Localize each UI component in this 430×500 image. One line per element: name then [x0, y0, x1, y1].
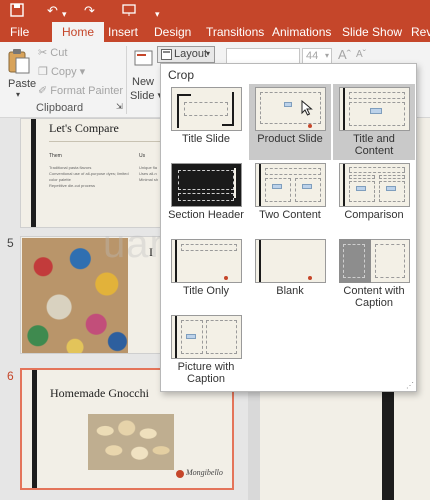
save-icon[interactable]: [10, 3, 24, 21]
layout-two-content[interactable]: Two Content: [249, 160, 331, 236]
layout-label: Blank: [276, 285, 304, 297]
layout-label: Picture with Caption: [177, 361, 235, 385]
layout-thumbnail: [171, 239, 242, 283]
layout-icon: [161, 49, 172, 63]
format-painter-button[interactable]: ✐ Format Painter: [38, 84, 123, 97]
paste-button[interactable]: Paste ▾: [4, 46, 37, 99]
slide-title: Homemade Gnocchi: [50, 386, 149, 400]
layout-label: Section Header: [168, 209, 244, 221]
font-size-box[interactable]: 44 ▾: [302, 48, 332, 64]
layout-label: Content with Caption: [343, 285, 405, 309]
layout-title-only[interactable]: Title Only: [165, 236, 247, 312]
layout-picture-with-caption[interactable]: Picture with Caption: [165, 312, 247, 388]
list-item: Repetitive die-cut process: [49, 183, 96, 188]
layout-thumbnail: [171, 87, 242, 131]
layout-thumbnail: [339, 239, 410, 283]
layout-content-with-caption[interactable]: Content with Caption: [333, 236, 415, 312]
layout-thumbnail: [339, 87, 410, 131]
tab-file[interactable]: File: [10, 22, 29, 42]
font-name-box[interactable]: [226, 48, 300, 64]
layout-product-slide[interactable]: Product Slide: [249, 84, 331, 160]
tab-home[interactable]: Home: [52, 22, 105, 42]
paste-icon: [7, 48, 31, 77]
slide-accent-bar: [31, 119, 36, 227]
ribbon-tabs: File Home Insert Design Transitions Anim…: [0, 22, 430, 42]
format-painter-label: Format Painter: [50, 85, 124, 97]
layout-label: Title Slide: [182, 133, 230, 145]
layout-label: Two Content: [259, 209, 321, 221]
layout-button[interactable]: Layout ▾: [157, 46, 215, 63]
cut-label: Cut: [50, 47, 68, 59]
layout-comparison[interactable]: Comparison: [333, 160, 415, 236]
paste-label: Paste: [8, 78, 37, 90]
new-label: New: [132, 76, 155, 88]
pasta-photo: [22, 238, 128, 353]
list-item: Conventional use of all-purpose dyes; li…: [49, 171, 129, 182]
layout-thumbnail: [339, 163, 410, 207]
customize-toolbar-icon[interactable]: ▾: [155, 6, 160, 22]
layout-title-slide[interactable]: Title Slide: [165, 84, 247, 160]
title-bar: ↶ ▾ ↷ ▾: [0, 0, 430, 22]
tab-slide-show[interactable]: Slide Show: [342, 22, 402, 42]
new-slide-icon: [134, 48, 154, 71]
font-size-value: 44: [306, 50, 319, 62]
clipboard-group-label: Clipboard: [36, 102, 84, 114]
layout-title-and-content[interactable]: Title and Content: [333, 84, 415, 160]
layout-blank[interactable]: Blank: [249, 236, 331, 312]
layout-thumbnail: [255, 239, 326, 283]
layout-thumbnail: [171, 315, 242, 359]
paste-dropdown-icon[interactable]: ▾: [16, 90, 20, 99]
font-size-dropdown-icon: ▾: [325, 51, 330, 60]
copy-icon: ❐: [38, 66, 48, 78]
list-item: Minimal sh: [139, 177, 159, 182]
layout-thumbnail: [255, 163, 326, 207]
increase-font-icon[interactable]: Aˆ: [338, 47, 351, 62]
slide-accent-bar: [32, 370, 37, 488]
redo-icon[interactable]: ↷: [84, 3, 95, 19]
undo-icon[interactable]: ↶: [47, 3, 58, 19]
undo-dropdown-icon[interactable]: ▾: [62, 6, 67, 22]
tab-transitions[interactable]: Transitions: [206, 22, 264, 42]
paintbrush-icon: ✐: [38, 85, 48, 97]
tab-design[interactable]: Design: [154, 22, 191, 42]
layout-label: Product Slide: [257, 133, 323, 145]
present-icon[interactable]: [122, 3, 136, 21]
layout-dropdown[interactable]: Crop Title Slide Product Slide Title and…: [160, 63, 417, 392]
logo-text: Mongibello: [186, 468, 223, 477]
layout-label: Layout: [174, 48, 208, 60]
cut-button[interactable]: ✂ Cut: [38, 46, 67, 59]
tab-insert[interactable]: Insert: [108, 22, 138, 42]
layout-label: Comparison: [344, 209, 404, 221]
layout-label: Title Only: [182, 285, 230, 297]
layout-thumbnail: [255, 87, 326, 131]
clipboard-launcher-icon[interactable]: ⇲: [116, 102, 123, 111]
scissors-icon: ✂: [38, 47, 48, 59]
tab-animations[interactable]: Animations: [272, 22, 331, 42]
slide-title: I: [149, 245, 153, 259]
mouse-cursor-icon: [301, 99, 313, 119]
slide-title: Let's Compare: [49, 121, 119, 135]
canvas-accent-bar: [382, 392, 394, 500]
logo-icon: [176, 470, 184, 478]
decrease-font-icon[interactable]: Aˇ: [356, 49, 366, 60]
column-heading: Us: [139, 153, 146, 159]
layout-dropdown-icon: ▾: [206, 49, 211, 58]
resize-grip-icon[interactable]: ⋰: [406, 381, 414, 390]
copy-button[interactable]: ❐ Copy ▾: [38, 65, 85, 78]
column-heading: Them: [49, 153, 62, 159]
copy-label: Copy: [50, 66, 77, 78]
layout-section-header[interactable]: Section Header: [165, 160, 247, 236]
dropdown-header: Crop: [168, 68, 195, 82]
layout-thumbnail: [171, 163, 242, 207]
layout-label: Title and Content: [353, 133, 395, 157]
tab-review[interactable]: Revi: [411, 22, 430, 42]
new-slide-button[interactable]: New Slide ▾: [128, 46, 163, 102]
gnocchi-photo: [88, 414, 174, 470]
slide-label: Slide ▾: [130, 90, 164, 102]
slide-number: 5: [7, 236, 14, 250]
slide-number: 6: [7, 369, 14, 383]
group-separator: [126, 46, 127, 114]
